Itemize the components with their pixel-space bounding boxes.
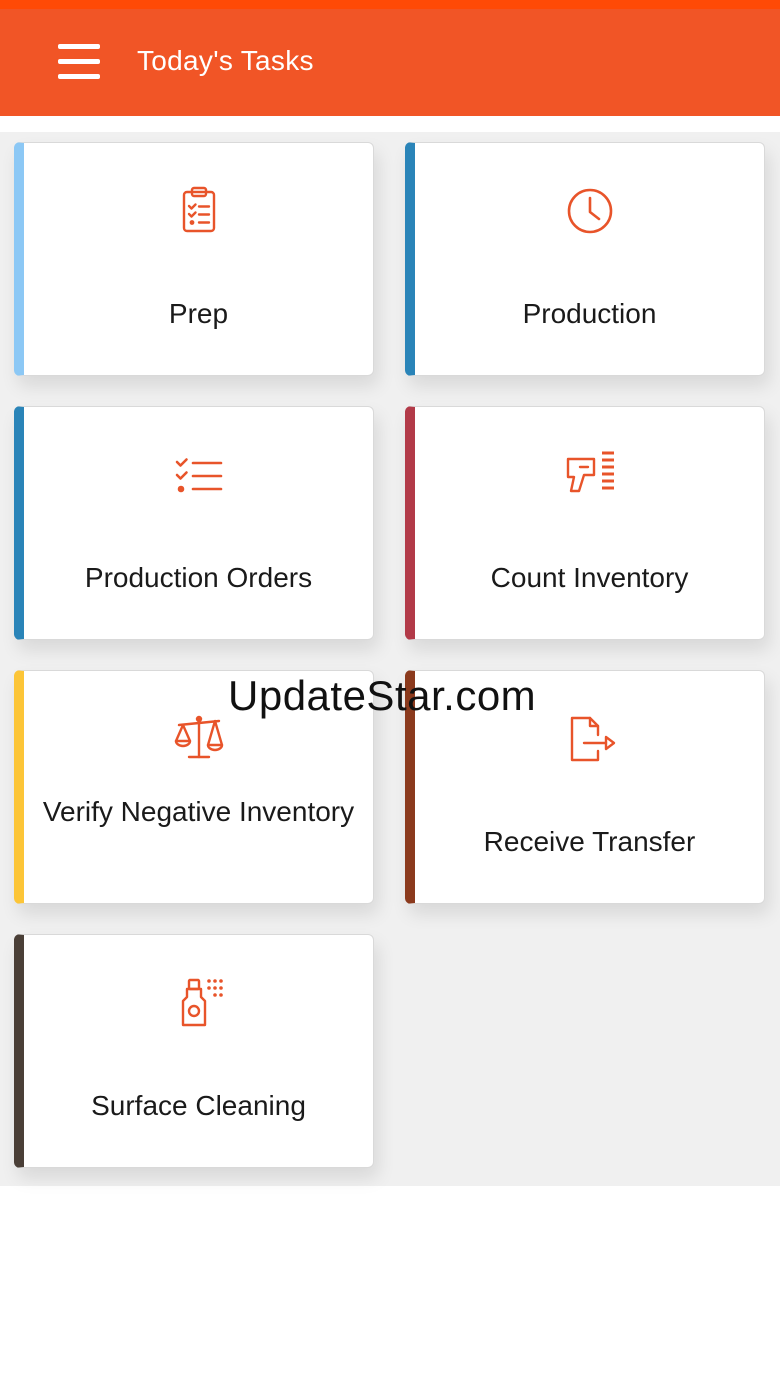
clock-icon — [562, 183, 618, 239]
tile-label: Prep — [168, 298, 229, 329]
tile-label: Receive Transfer — [483, 826, 696, 857]
watermark-text: UpdateStar.com — [228, 672, 537, 719]
tile-label: Production Orders — [84, 562, 313, 593]
tile-label: Production — [522, 298, 657, 329]
page-title: Today's Tasks — [137, 45, 314, 76]
tile-label: Count Inventory — [490, 562, 689, 593]
tile-count-inventory[interactable]: Count Inventory — [405, 406, 765, 640]
tile-label: Surface Cleaning — [91, 1090, 306, 1121]
checklist-icon — [171, 447, 227, 503]
tile-production-orders[interactable]: Production Orders — [14, 406, 374, 640]
document-transfer-icon — [562, 711, 618, 767]
tile-label: Verify Negative Inventory — [42, 796, 355, 827]
balance-scale-icon — [171, 711, 227, 767]
hamburger-menu-icon — [58, 44, 100, 80]
tile-prep[interactable]: Prep — [14, 142, 374, 376]
tile-production[interactable]: Production — [405, 142, 765, 376]
status-bar — [0, 0, 780, 9]
app-screen: Today's Tasks Prep Production Production… — [0, 0, 780, 1387]
tile-surface-cleaning[interactable]: Surface Cleaning — [14, 934, 374, 1168]
barcode-scanner-icon — [562, 447, 618, 503]
clipboard-checklist-icon — [171, 183, 227, 239]
spray-bottle-icon — [171, 975, 227, 1031]
app-bar: Today's Tasks — [0, 9, 780, 116]
task-grid: Prep Production Production Orders Count … — [0, 132, 780, 1186]
menu-button[interactable] — [50, 33, 108, 91]
